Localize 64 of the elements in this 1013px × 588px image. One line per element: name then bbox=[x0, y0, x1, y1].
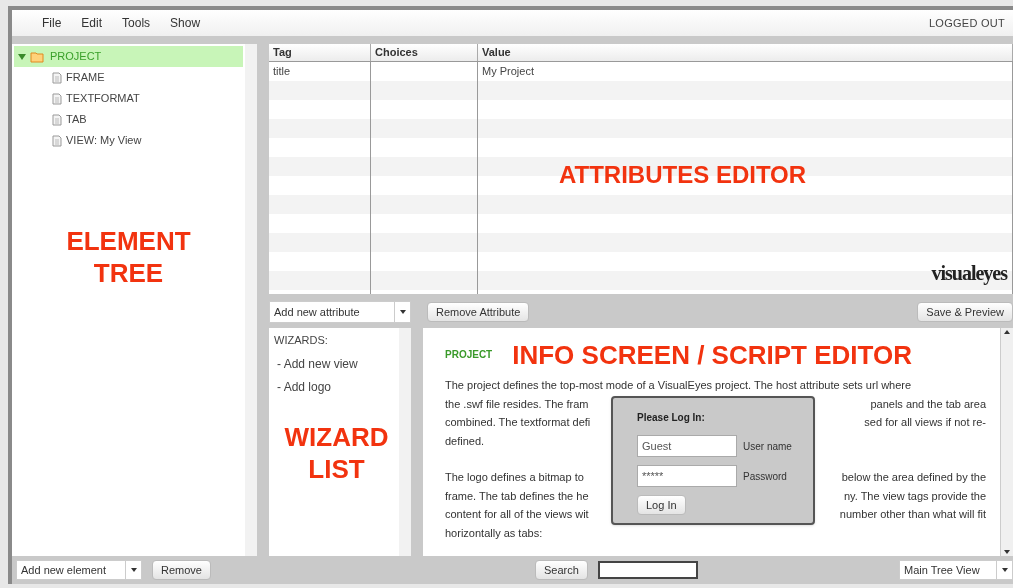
document-icon bbox=[52, 113, 62, 126]
search-field[interactable] bbox=[597, 561, 698, 579]
info-text: frame. The tab defines the he bbox=[445, 488, 589, 504]
caret-icon bbox=[399, 310, 406, 314]
info-heading: PROJECT bbox=[445, 347, 493, 362]
wizard-link[interactable]: - Add logo bbox=[274, 377, 399, 396]
scrollbar[interactable] bbox=[1000, 328, 1013, 556]
info-text: horizontally as tabs: bbox=[445, 525, 543, 541]
add-element-select[interactable]: Add new element bbox=[16, 560, 142, 580]
annotation-label: ATTRIBUTES EDITOR bbox=[559, 160, 807, 190]
username-field[interactable]: Guest bbox=[637, 435, 737, 457]
tree-item[interactable]: TEXTFORMAT bbox=[14, 88, 243, 109]
column-header[interactable]: Choices bbox=[371, 44, 478, 61]
column-header[interactable]: Tag bbox=[269, 44, 371, 61]
tree-view-select[interactable]: Main Tree View bbox=[899, 560, 1013, 580]
menu-item[interactable]: Show bbox=[170, 14, 201, 32]
password-field[interactable]: ***** bbox=[637, 465, 737, 487]
table-cell: title bbox=[273, 65, 291, 77]
annotation-label: TREE bbox=[93, 257, 164, 289]
info-text: ny. The view tags provide the bbox=[843, 488, 986, 504]
caret-icon bbox=[1001, 568, 1008, 572]
remove-attribute-button[interactable]: Remove Attribute bbox=[427, 302, 530, 322]
annotation-label: LIST bbox=[308, 452, 365, 485]
expanded-arrow-icon[interactable] bbox=[18, 52, 26, 61]
info-text: number other than what will fit bbox=[839, 507, 986, 522]
tree-item[interactable]: FRAME bbox=[14, 67, 243, 88]
field-label: User name bbox=[743, 439, 792, 454]
tree-item[interactable]: VIEW: My View bbox=[14, 130, 243, 151]
wizards-heading: WIZARDS: bbox=[274, 333, 329, 348]
menu-item[interactable]: File bbox=[42, 14, 62, 32]
save-preview-button[interactable]: Save & Preview bbox=[917, 302, 1013, 322]
logo: visualeyes bbox=[931, 261, 1007, 287]
login-button[interactable]: Log In bbox=[637, 495, 686, 515]
document-icon bbox=[52, 134, 62, 147]
table-cell: My Project bbox=[482, 65, 534, 77]
info-text: content for all of the views wit bbox=[445, 507, 589, 522]
field-label: Password bbox=[743, 469, 787, 484]
document-icon bbox=[52, 71, 62, 84]
column-header[interactable]: Value bbox=[478, 44, 1013, 61]
login-status: LOGGED OUT bbox=[928, 15, 1005, 31]
add-attribute-select[interactable]: Add new attribute bbox=[269, 301, 411, 323]
tree-item[interactable]: TAB bbox=[14, 109, 243, 130]
dialog-title: Please Log In: bbox=[637, 411, 706, 425]
caret-icon bbox=[130, 568, 137, 572]
info-text: panels and the tab area bbox=[870, 396, 986, 412]
scroll-up-icon[interactable] bbox=[1004, 330, 1010, 334]
document-icon bbox=[52, 92, 62, 105]
info-text: combined. The textformat defi bbox=[445, 415, 591, 430]
scroll-down-icon[interactable] bbox=[1004, 550, 1010, 554]
annotation-label: WIZARD bbox=[284, 420, 389, 453]
menu-item[interactable]: Edit bbox=[81, 14, 103, 32]
folder-icon bbox=[30, 50, 46, 63]
info-text: below the area defined by the bbox=[841, 470, 986, 485]
info-text: defined. bbox=[445, 433, 485, 449]
info-text: The logo defines a bitmap to bbox=[445, 470, 584, 485]
wizard-link[interactable]: - Add new view bbox=[274, 354, 399, 373]
annotation-label: ELEMENT bbox=[66, 225, 191, 257]
annotation-label: INFO SCREEN / SCRIPT EDITOR bbox=[512, 340, 912, 370]
info-text: The project defines the top-most mode of a VisualEyes project. The host attribute sets url where bbox=[445, 378, 912, 393]
info-text: the .swf file resides. The fram bbox=[445, 396, 589, 412]
menu-item[interactable]: Tools bbox=[122, 14, 151, 32]
info-text: sed for all views if not re- bbox=[864, 415, 986, 430]
search-button[interactable]: Search bbox=[534, 560, 588, 580]
remove-element-button[interactable]: Remove bbox=[152, 560, 211, 580]
